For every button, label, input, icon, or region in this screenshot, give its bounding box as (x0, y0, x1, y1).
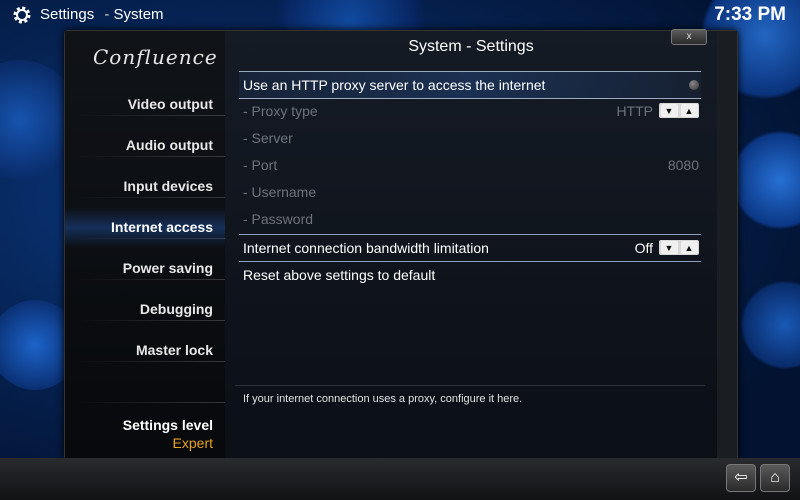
breadcrumb: Settings - System (40, 6, 164, 23)
spinner-control[interactable]: ▼ ▲ (659, 240, 699, 255)
settings-level-value: Expert (172, 435, 213, 451)
setting-label: - Password (243, 211, 314, 227)
panel-title: System - Settings (408, 38, 534, 55)
breadcrumb-subsection: System (113, 6, 164, 23)
radio-toggle-icon[interactable] (689, 80, 699, 90)
spinner-down-icon[interactable]: ▼ (660, 241, 678, 254)
setting-label: - Proxy type (243, 103, 318, 119)
breadcrumb-separator: - (104, 6, 110, 23)
top-bar: Settings - System 7:33 PM (0, 0, 800, 30)
settings-panel: Confluence Video output Audio output Inp… (64, 29, 738, 460)
setting-server[interactable]: - Server (239, 125, 701, 151)
setting-bandwidth-limitation[interactable]: Internet connection bandwidth limitation… (239, 234, 701, 262)
setting-label: Reset above settings to default (243, 267, 436, 283)
breadcrumb-section: Settings (40, 6, 95, 23)
setting-label: - Username (243, 184, 317, 200)
close-button[interactable]: x (671, 29, 707, 45)
setting-reset-defaults[interactable]: Reset above settings to default (239, 262, 701, 288)
setting-http-proxy[interactable]: Use an HTTP proxy server to access the i… (239, 71, 701, 99)
nav-divider (75, 402, 225, 403)
setting-value: HTTP (616, 103, 653, 119)
setting-port[interactable]: - Port 8080 (239, 152, 701, 178)
settings-level-label: Settings level (122, 417, 213, 433)
logo: Confluence (93, 45, 218, 69)
setting-username[interactable]: - Username (239, 179, 701, 205)
spinner-control[interactable]: ▼ ▲ (659, 103, 699, 118)
spinner-down-icon[interactable]: ▼ (660, 104, 678, 117)
back-button[interactable]: ⇦ (726, 464, 756, 492)
bottom-bar (0, 458, 800, 500)
back-arrow-icon: ⇦ (734, 469, 748, 486)
home-icon: ⌂ (770, 469, 780, 486)
sidebar-item-internet-access[interactable]: Internet access (65, 207, 225, 248)
clock: 7:33 PM (714, 4, 786, 25)
home-button[interactable]: ⌂ (760, 464, 790, 492)
spinner-up-icon[interactable]: ▲ (680, 241, 698, 254)
sidebar-item-debugging[interactable]: Debugging (65, 289, 225, 330)
setting-value: 8080 (667, 157, 699, 173)
gear-icon (13, 6, 31, 24)
sidebar-item-audio-output[interactable]: Audio output (65, 125, 225, 166)
sidebar-item-power-saving[interactable]: Power saving (65, 248, 225, 289)
spinner-up-icon[interactable]: ▲ (680, 104, 698, 117)
setting-proxy-type[interactable]: - Proxy type HTTP ▼ ▲ (239, 98, 701, 124)
sidebar: Confluence Video output Audio output Inp… (65, 31, 225, 459)
setting-password[interactable]: - Password (239, 206, 701, 232)
setting-label: - Server (243, 130, 293, 146)
setting-label: Use an HTTP proxy server to access the i… (243, 77, 546, 93)
panel-scrollbar[interactable] (717, 31, 737, 459)
sidebar-item-master-lock[interactable]: Master lock (65, 330, 225, 371)
setting-hint: If your internet connection uses a proxy… (243, 393, 523, 405)
settings-level-button[interactable]: Settings level Expert (123, 417, 213, 451)
sidebar-item-input-devices[interactable]: Input devices (65, 166, 225, 207)
setting-label: Internet connection bandwidth limitation (243, 240, 489, 256)
setting-label: - Port (243, 157, 278, 173)
sidebar-item-video-output[interactable]: Video output (65, 84, 225, 125)
settings-content: System - Settings Use an HTTP proxy serv… (225, 31, 717, 459)
setting-value: Off (634, 240, 653, 256)
hint-divider (235, 385, 705, 386)
